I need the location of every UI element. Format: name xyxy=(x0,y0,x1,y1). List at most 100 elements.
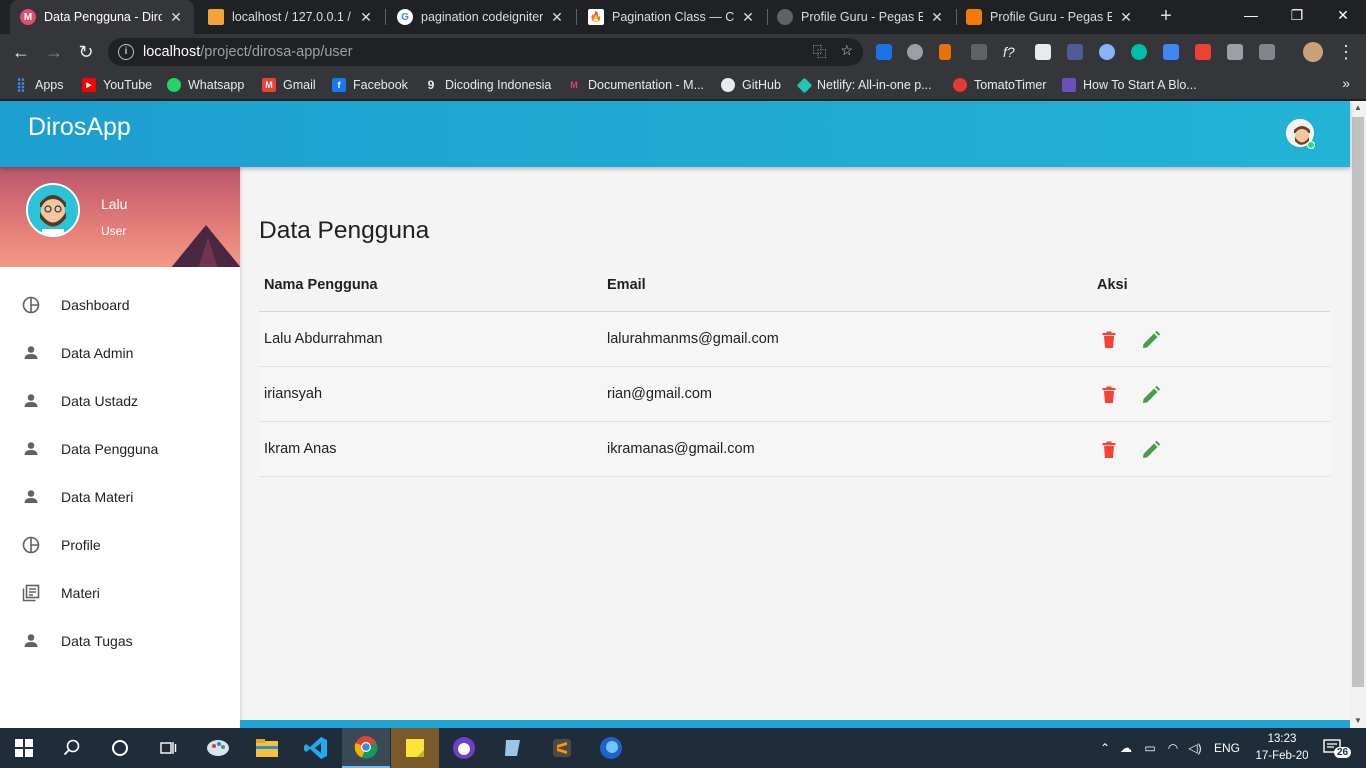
google-favicon-icon: G xyxy=(397,9,413,25)
taskbar-app[interactable] xyxy=(538,728,586,768)
close-tab-icon[interactable]: ✕ xyxy=(740,9,756,26)
sidebar-item-materi[interactable]: Materi xyxy=(0,569,240,617)
clock[interactable]: 13:23 17-Feb-20 xyxy=(1254,731,1310,765)
bookmark-whatsapp[interactable]: Whatsapp xyxy=(167,76,244,94)
facebook-icon: f xyxy=(332,78,346,92)
extension-icon[interactable] xyxy=(1099,44,1115,60)
php-extension-icon[interactable] xyxy=(1067,44,1083,60)
minimize-button[interactable]: — xyxy=(1228,0,1274,30)
new-tab-button[interactable]: + xyxy=(1155,5,1177,27)
clock-time: 13:23 xyxy=(1267,733,1297,745)
forward-arrow-icon[interactable]: → xyxy=(42,40,66,64)
edit-pencil-icon[interactable] xyxy=(1141,385,1161,405)
taskbar-app-chrome[interactable] xyxy=(342,728,390,768)
scroll-down-arrow-icon[interactable]: ▼ xyxy=(1350,714,1366,728)
chevron-up-icon[interactable]: ⌃ xyxy=(1096,741,1114,755)
bookmark-facebook[interactable]: f Facebook xyxy=(332,76,408,94)
close-window-button[interactable]: ✕ xyxy=(1320,0,1366,30)
close-tab-icon[interactable]: ✕ xyxy=(1118,9,1134,26)
extension-icon[interactable] xyxy=(1035,44,1051,60)
taskbar-app[interactable] xyxy=(440,728,488,768)
browser-tab[interactable]: Profile Guru - Pegas Bel ✕ xyxy=(956,0,1144,34)
page-scrollbar[interactable]: ▲ ▼ xyxy=(1350,101,1366,728)
function-extension-icon[interactable]: f? xyxy=(1003,44,1019,60)
task-view-button[interactable] xyxy=(144,728,192,768)
extension-icon[interactable] xyxy=(1227,44,1243,60)
scroll-up-arrow-icon[interactable]: ▲ xyxy=(1350,101,1366,115)
extension-icon[interactable] xyxy=(876,44,892,60)
bookmark-netlify[interactable]: Netlify: All-in-one p... xyxy=(796,76,932,94)
extension-icon[interactable] xyxy=(939,44,951,60)
bookmark-tomatotimer[interactable]: TomatoTimer xyxy=(953,76,1046,94)
sidebar-item-data-admin[interactable]: Data Admin xyxy=(0,329,240,377)
drive-icon[interactable] xyxy=(1259,44,1275,60)
bookmark-apps[interactable]: ⣿ Apps xyxy=(14,76,63,94)
sidebar-item-data-tugas[interactable]: Data Tugas xyxy=(0,617,240,665)
browser-tab[interactable]: 🔥 Pagination Class — Cod ✕ xyxy=(578,0,766,34)
close-tab-icon[interactable]: ✕ xyxy=(929,9,945,26)
delete-icon[interactable] xyxy=(1099,385,1119,405)
person-icon xyxy=(24,394,38,407)
profile-avatar-icon[interactable] xyxy=(1303,42,1323,62)
bookmark-blog[interactable]: How To Start A Blo... xyxy=(1062,76,1197,94)
bookmark-youtube[interactable]: ▶ YouTube xyxy=(82,76,152,94)
reload-icon[interactable]: ↻ xyxy=(74,40,98,64)
language-indicator[interactable]: ENG xyxy=(1214,741,1240,755)
taskbar-app[interactable] xyxy=(194,728,242,768)
site-info-icon[interactable]: i xyxy=(118,44,134,60)
bookmark-star-icon[interactable]: ☆ xyxy=(840,42,853,62)
back-arrow-icon[interactable]: ← xyxy=(9,40,33,64)
browser-tab[interactable]: localhost / 127.0.0.1 / d ✕ xyxy=(198,0,384,34)
start-button[interactable] xyxy=(0,728,48,768)
sidebar-item-dashboard[interactable]: Dashboard xyxy=(0,281,240,329)
sidebar-item-profile[interactable]: Profile xyxy=(0,521,240,569)
edit-pencil-icon[interactable] xyxy=(1141,440,1161,460)
bookmark-documentation[interactable]: M Documentation - M... xyxy=(567,76,704,94)
cell-email: lalurahmanms@gmail.com xyxy=(607,331,779,347)
brand-logo[interactable]: DirosApp xyxy=(28,113,131,142)
taskbar-app[interactable] xyxy=(489,728,537,768)
scrollbar-thumb[interactable] xyxy=(1352,117,1364,687)
system-tray: ⌃ ☁ ▭ ◠ ◁) ENG xyxy=(1096,728,1240,768)
cell-name: iriansyah xyxy=(264,386,323,402)
bearded-man-avatar-icon xyxy=(28,185,78,235)
browser-tab[interactable]: M Data Pengguna - DirosA ✕ xyxy=(10,0,194,34)
bookmark-gmail[interactable]: M Gmail xyxy=(262,76,316,94)
action-center[interactable]: 26 xyxy=(1322,728,1352,768)
extension-icon[interactable] xyxy=(971,44,987,60)
menu-kebab-icon[interactable]: ⋮ xyxy=(1334,40,1358,64)
maximize-button[interactable]: ❐ xyxy=(1274,0,1320,30)
edit-pencil-icon[interactable] xyxy=(1141,330,1161,350)
bookmark-github[interactable]: GitHub xyxy=(721,76,781,94)
taskbar-app[interactable] xyxy=(391,728,439,768)
chrome-icon xyxy=(354,736,378,759)
taskbar-app[interactable] xyxy=(243,728,291,768)
delete-icon[interactable] xyxy=(1099,440,1119,460)
browser-tab[interactable]: Profile Guru - Pegas Bel ✕ xyxy=(767,0,955,34)
bookmarks-overflow-button[interactable]: » xyxy=(1342,75,1350,91)
close-tab-icon[interactable]: ✕ xyxy=(168,9,184,26)
extension-icon[interactable] xyxy=(1195,44,1211,60)
bookmark-dicoding[interactable]: 9 Dicoding Indonesia xyxy=(424,76,552,94)
taskbar-app[interactable] xyxy=(587,728,635,768)
google-translate-icon[interactable] xyxy=(1163,44,1179,60)
wifi-icon[interactable]: ◠ xyxy=(1162,741,1184,755)
onedrive-cloud-icon[interactable]: ☁ xyxy=(1114,741,1138,755)
close-tab-icon[interactable]: ✕ xyxy=(549,9,565,26)
sidebar-item-data-pengguna[interactable]: Data Pengguna xyxy=(0,425,240,473)
extension-icon[interactable] xyxy=(1131,44,1147,60)
close-tab-icon[interactable]: ✕ xyxy=(358,9,374,26)
translate-icon[interactable]: ⿻ xyxy=(812,42,826,62)
user-avatar[interactable] xyxy=(26,183,80,237)
address-bar[interactable]: i localhost/project/dirosa-app/user ⿻ ☆ xyxy=(108,38,863,66)
battery-icon[interactable]: ▭ xyxy=(1138,741,1162,755)
taskbar-app[interactable] xyxy=(292,728,340,768)
gear-extension-icon[interactable] xyxy=(907,44,923,60)
browser-tab[interactable]: G pagination codeigniter ✕ xyxy=(387,0,575,34)
delete-icon[interactable] xyxy=(1099,330,1119,350)
sidebar-item-data-ustadz[interactable]: Data Ustadz xyxy=(0,377,240,425)
cortana-button[interactable] xyxy=(96,728,144,768)
volume-icon[interactable]: ◁) xyxy=(1184,741,1206,755)
search-button[interactable] xyxy=(48,728,96,768)
sidebar-item-data-materi[interactable]: Data Materi xyxy=(0,473,240,521)
